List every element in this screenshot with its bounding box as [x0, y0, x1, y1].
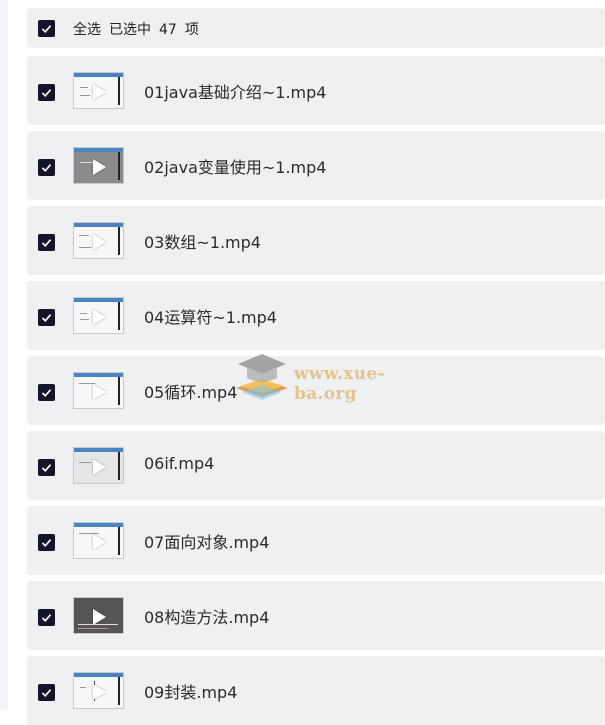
checkmark-icon — [41, 314, 52, 322]
file-name[interactable]: 04运算符~1.mp4 — [144, 304, 277, 328]
selected-count: 47 — [159, 22, 177, 38]
row-checkbox[interactable] — [38, 234, 55, 251]
video-thumbnail-icon — [73, 672, 124, 709]
row-checkbox[interactable] — [38, 534, 55, 551]
video-thumbnail-icon — [73, 372, 124, 409]
file-name[interactable]: 01java基础介绍~1.mp4 — [144, 79, 326, 103]
graduation-cap-logo — [236, 354, 288, 400]
selected-suffix: 项 — [184, 22, 199, 38]
play-icon — [93, 534, 106, 550]
play-icon — [93, 684, 106, 700]
video-thumbnail-icon — [73, 72, 124, 109]
play-icon — [93, 384, 106, 400]
file-name[interactable]: 06if.mp4 — [144, 454, 214, 473]
file-row[interactable]: 09封装.mp4 — [27, 656, 605, 725]
file-name[interactable]: 05循环.mp4 — [144, 379, 237, 403]
left-panel-edge — [0, 0, 8, 710]
watermark-text: www.xue-ba.org — [294, 364, 385, 404]
play-icon — [93, 459, 106, 475]
file-row[interactable]: 06if.mp4 — [27, 431, 605, 500]
select-all-bar: 全选 已选中 47 项 — [27, 8, 605, 48]
play-icon — [93, 609, 106, 625]
video-thumbnail-icon — [73, 522, 124, 559]
selected-prefix: 已选中 — [109, 22, 151, 38]
checkmark-icon — [41, 464, 52, 472]
checkmark-icon — [41, 614, 52, 622]
row-checkbox[interactable] — [38, 609, 55, 626]
play-icon — [93, 234, 106, 250]
file-row[interactable]: 08构造方法.mp4 — [27, 581, 605, 650]
file-row[interactable]: 03数组~1.mp4 — [27, 206, 605, 275]
checkmark-icon — [41, 539, 52, 547]
select-all-label[interactable]: 全选 — [73, 22, 101, 38]
row-checkbox[interactable] — [38, 684, 55, 701]
play-icon — [93, 159, 106, 175]
select-all-checkbox[interactable] — [38, 20, 55, 37]
watermark: www.xue-ba.org — [232, 350, 437, 405]
file-row[interactable]: 01java基础介绍~1.mp4 — [27, 56, 605, 125]
checkmark-icon — [41, 389, 52, 397]
video-thumbnail-icon — [73, 597, 124, 634]
play-icon — [93, 84, 106, 100]
video-thumbnail-icon — [73, 297, 124, 334]
row-checkbox[interactable] — [38, 84, 55, 101]
file-name[interactable]: 08构造方法.mp4 — [144, 604, 269, 628]
checkmark-icon — [41, 239, 52, 247]
row-checkbox[interactable] — [38, 309, 55, 326]
file-row[interactable]: 02java变量使用~1.mp4 — [27, 131, 605, 200]
file-name[interactable]: 09封装.mp4 — [144, 679, 237, 703]
checkmark-icon — [41, 689, 52, 697]
selection-summary: 全选 已选中 47 项 — [73, 19, 207, 39]
checkmark-icon — [41, 25, 52, 33]
checkmark-icon — [41, 89, 52, 97]
file-row[interactable]: 04运算符~1.mp4 — [27, 281, 605, 350]
play-icon — [93, 309, 106, 325]
file-name[interactable]: 07面向对象.mp4 — [144, 529, 269, 553]
file-name[interactable]: 03数组~1.mp4 — [144, 229, 261, 253]
video-thumbnail-icon — [73, 222, 124, 259]
file-name[interactable]: 02java变量使用~1.mp4 — [144, 154, 326, 178]
row-checkbox[interactable] — [38, 384, 55, 401]
file-row[interactable]: 07面向对象.mp4 — [27, 506, 605, 575]
video-thumbnail-icon — [73, 447, 124, 484]
video-thumbnail-icon — [73, 147, 124, 184]
row-checkbox[interactable] — [38, 159, 55, 176]
row-checkbox[interactable] — [38, 459, 55, 476]
checkmark-icon — [41, 164, 52, 172]
